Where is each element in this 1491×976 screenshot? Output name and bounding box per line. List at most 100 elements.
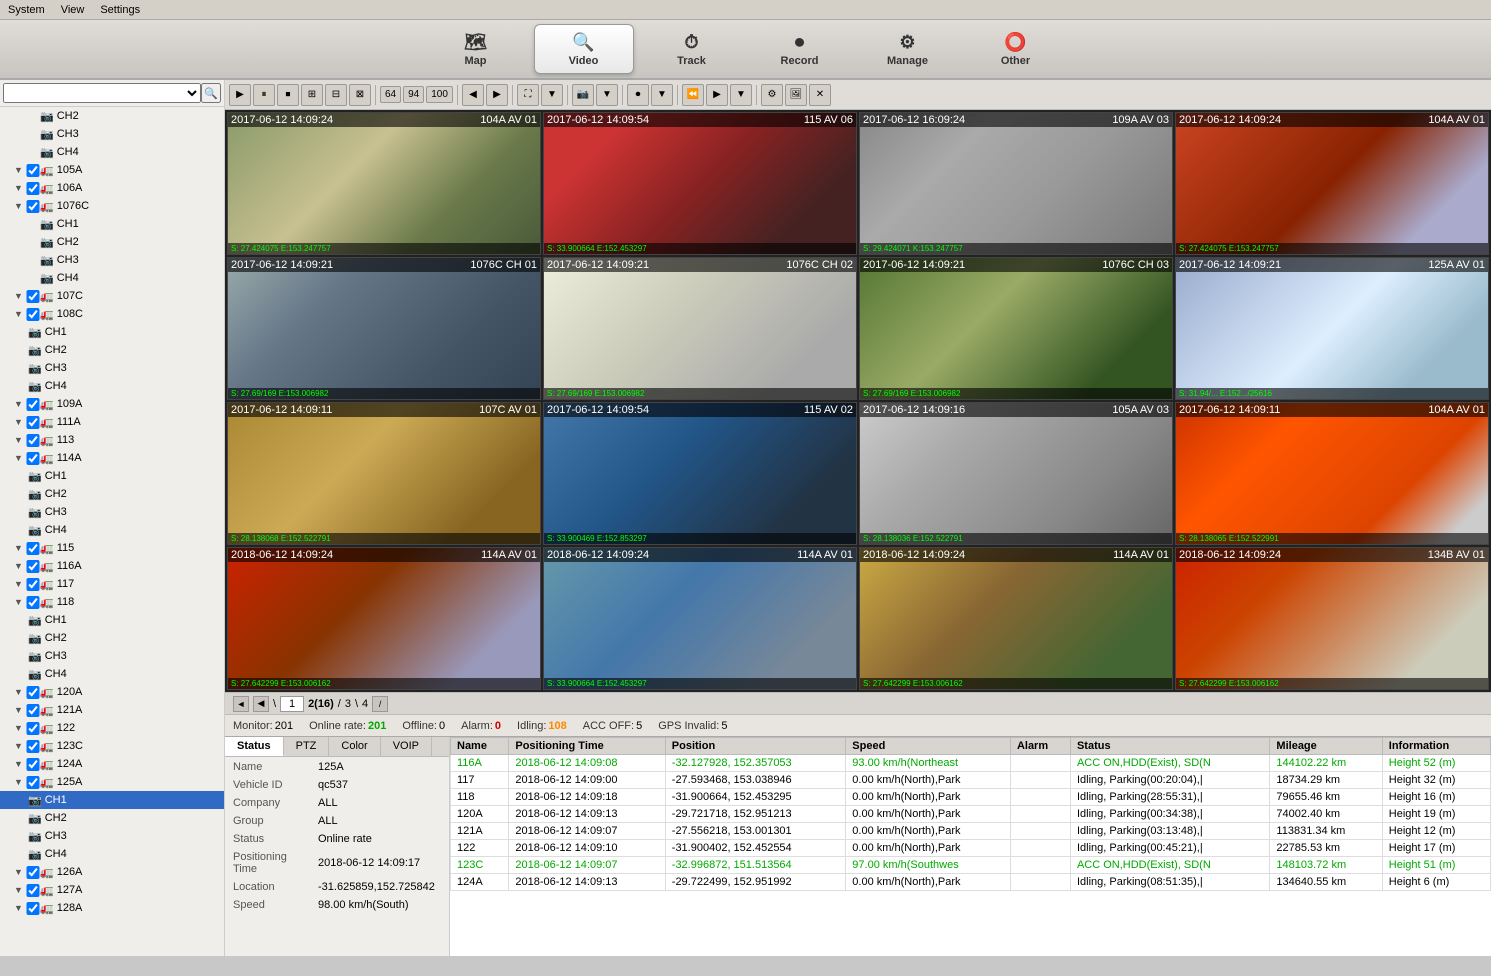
tree-ch1-4[interactable]: 📷 CH1	[0, 467, 224, 485]
vehicle-checkbox[interactable]	[26, 578, 40, 591]
video-cell-6[interactable]: 2017-06-12 14:09:21 1076C CH 02 S: 27.69…	[543, 257, 857, 400]
tree-ch4-1[interactable]: 📷 CH4	[0, 143, 224, 161]
tree-ch2-5[interactable]: 📷 CH2	[0, 629, 224, 647]
tree-ch3-2[interactable]: 📷 CH3	[0, 251, 224, 269]
vehicle-checkbox[interactable]	[26, 704, 40, 717]
toolbar-100-label[interactable]: 100	[426, 86, 453, 103]
tree-106a[interactable]: ▼ 🚛 106A	[0, 179, 224, 197]
tab-status[interactable]: Status	[225, 737, 284, 756]
vehicle-checkbox[interactable]	[26, 398, 40, 411]
toolbar-record-btn[interactable]: ⏺	[627, 84, 649, 106]
toolbar-grid4-btn[interactable]: ⊞	[301, 84, 323, 106]
vehicle-checkbox[interactable]	[26, 182, 40, 195]
table-row[interactable]: 116A 2018-06-12 14:09:08 -32.127928, 152…	[451, 755, 1491, 772]
tab-other[interactable]: ⭕ Other	[966, 24, 1066, 74]
tree-123c[interactable]: ▼ 🚛 123C	[0, 737, 224, 755]
tree-108c[interactable]: ▼ 🚛 108C	[0, 305, 224, 323]
toolbar-play2-btn[interactable]: ▶	[706, 84, 728, 106]
video-cell-12[interactable]: 2017-06-12 14:09:11 104A AV 01 S: 28.138…	[1175, 402, 1489, 545]
menu-view[interactable]: View	[61, 4, 85, 16]
toolbar-grid16-btn[interactable]: ⊠	[349, 84, 371, 106]
tree-ch3-1[interactable]: 📷 CH3	[0, 125, 224, 143]
tree-ch1-5[interactable]: 📷 CH1	[0, 611, 224, 629]
toolbar-64-label[interactable]: 64	[380, 86, 401, 103]
vehicle-checkbox[interactable]	[26, 866, 40, 879]
toolbar-prev-btn[interactable]: ◀	[462, 84, 484, 106]
menu-system[interactable]: System	[8, 4, 45, 16]
video-cell-16[interactable]: 2018-06-12 14:09:24 134B AV 01 S: 27.642…	[1175, 547, 1489, 690]
vehicle-checkbox[interactable]	[26, 902, 40, 915]
table-row[interactable]: 118 2018-06-12 14:09:18 -31.900664, 152.…	[451, 789, 1491, 806]
tree-127a[interactable]: ▼ 🚛 127A	[0, 881, 224, 899]
tab-video[interactable]: 🔍 Video	[534, 24, 634, 74]
toolbar-dropdown2-btn[interactable]: ▼	[596, 84, 618, 106]
toolbar-next-btn[interactable]: ▶	[486, 84, 508, 106]
vehicle-checkbox[interactable]	[26, 686, 40, 699]
tree-122[interactable]: ▼ 🚛 122	[0, 719, 224, 737]
data-table-container[interactable]: Name Positioning Time Position Speed Ala…	[450, 737, 1491, 956]
tab-color[interactable]: Color	[329, 737, 380, 756]
video-cell-9[interactable]: 2017-06-12 14:09:11 107C AV 01 S: 28.138…	[227, 402, 541, 545]
toolbar-stop-btn[interactable]: ⏹	[277, 84, 299, 106]
video-cell-4[interactable]: 2017-06-12 14:09:24 104A AV 01 S: 27.424…	[1175, 112, 1489, 255]
table-row[interactable]: 120A 2018-06-12 14:09:13 -29.721718, 152…	[451, 806, 1491, 823]
tree-124a[interactable]: ▼ 🚛 124A	[0, 755, 224, 773]
table-row[interactable]: 117 2018-06-12 14:09:00 -27.593468, 153.…	[451, 772, 1491, 789]
vehicle-checkbox[interactable]	[26, 308, 40, 321]
vehicle-checkbox[interactable]	[26, 200, 40, 213]
toolbar-close-btn[interactable]: ✕	[809, 84, 831, 106]
vehicle-checkbox[interactable]	[26, 416, 40, 429]
video-cell-1[interactable]: 2017-06-12 14:09:24 104A AV 01 S: 27.424…	[227, 112, 541, 255]
tree-ch1-selected[interactable]: 📷 CH1	[0, 791, 224, 809]
table-row[interactable]: 122 2018-06-12 14:09:10 -31.900402, 152.…	[451, 840, 1491, 857]
vehicle-checkbox[interactable]	[26, 758, 40, 771]
toolbar-pause-btn[interactable]: ⏸	[253, 84, 275, 106]
vehicle-checkbox[interactable]	[26, 542, 40, 555]
tree-120a[interactable]: ▼ 🚛 120A	[0, 683, 224, 701]
tree-114a[interactable]: ▼ 🚛 114A	[0, 449, 224, 467]
tab-track[interactable]: ⏱ Track	[642, 24, 742, 74]
toolbar-snapshot-btn[interactable]: 📷	[572, 84, 594, 106]
video-cell-11[interactable]: 2017-06-12 14:09:16 105A AV 03 S: 28.138…	[859, 402, 1173, 545]
pag-next-btn[interactable]: /	[372, 696, 388, 712]
vehicle-checkbox[interactable]	[26, 434, 40, 447]
tree-113[interactable]: ▼ 🚛 113	[0, 431, 224, 449]
toolbar-play-btn[interactable]: ▶	[229, 84, 251, 106]
video-cell-7[interactable]: 2017-06-12 14:09:21 1076C CH 03 S: 27.69…	[859, 257, 1173, 400]
toolbar-94-label[interactable]: 94	[403, 86, 424, 103]
vehicle-checkbox[interactable]	[26, 596, 40, 609]
video-cell-10[interactable]: 2017-06-12 14:09:54 115 AV 02 S: 33.9004…	[543, 402, 857, 545]
video-cell-15[interactable]: 2018-06-12 14:09:24 114A AV 01 S: 27.642…	[859, 547, 1173, 690]
toolbar-dropdown4-btn[interactable]: ▼	[730, 84, 752, 106]
pag-input[interactable]	[280, 696, 304, 712]
tree-ch3-5[interactable]: 📷 CH3	[0, 647, 224, 665]
vehicle-checkbox[interactable]	[26, 776, 40, 789]
tree-118[interactable]: ▼ 🚛 118	[0, 593, 224, 611]
tab-ptz[interactable]: PTZ	[284, 737, 330, 756]
tree-107c[interactable]: ▼ 🚛 107C	[0, 287, 224, 305]
tab-voip[interactable]: VOIP	[381, 737, 432, 756]
vehicle-checkbox[interactable]	[26, 884, 40, 897]
toolbar-grid9-btn[interactable]: ⊟	[325, 84, 347, 106]
toolbar-dropdown-btn[interactable]: ▼	[541, 84, 563, 106]
tree-116a[interactable]: ▼ 🚛 116A	[0, 557, 224, 575]
tree-109a[interactable]: ▼ 🚛 109A	[0, 395, 224, 413]
tab-record[interactable]: ⏺ Record	[750, 24, 850, 74]
video-cell-8[interactable]: 2017-06-12 14:09:21 125A AV 01 S: 31.94/…	[1175, 257, 1489, 400]
tree-128a[interactable]: ▼ 🚛 128A	[0, 899, 224, 917]
tab-map[interactable]: 🗺 Map	[426, 24, 526, 74]
vehicle-checkbox[interactable]	[26, 722, 40, 735]
toolbar-settings-btn[interactable]: ⚙	[761, 84, 783, 106]
sidebar-search-button[interactable]: 🔍	[201, 83, 221, 103]
vehicle-checkbox[interactable]	[26, 740, 40, 753]
menu-settings[interactable]: Settings	[100, 4, 140, 16]
tree-125a[interactable]: ▼ 🚛 125A	[0, 773, 224, 791]
video-cell-5[interactable]: 2017-06-12 14:09:21 1076C CH 01 S: 27.69…	[227, 257, 541, 400]
table-row[interactable]: 124A 2018-06-12 14:09:13 -29.722499, 152…	[451, 874, 1491, 891]
tree-ch2-4[interactable]: 📷 CH2	[0, 485, 224, 503]
toolbar-fullscreen-btn[interactable]: ⛶	[517, 84, 539, 106]
tree-ch2-6[interactable]: 📷 CH2	[0, 809, 224, 827]
tree-117[interactable]: ▼ 🚛 117	[0, 575, 224, 593]
pag-prev-btn[interactable]: ◀	[253, 696, 269, 712]
tree-ch4-2[interactable]: 📷 CH4	[0, 269, 224, 287]
